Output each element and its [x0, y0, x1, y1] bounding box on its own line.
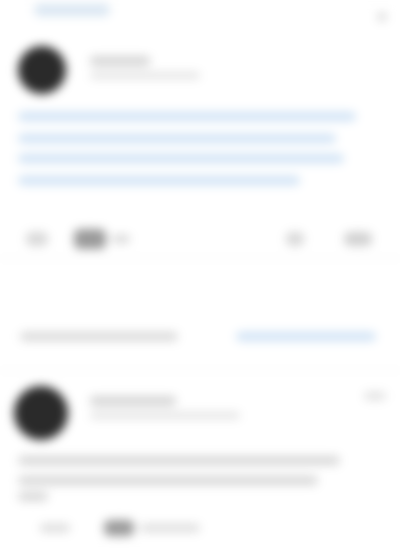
like-icon[interactable]	[26, 232, 48, 246]
post-link-line[interactable]	[18, 112, 356, 121]
post-link-line[interactable]	[18, 154, 344, 163]
post-text-line	[18, 492, 48, 501]
divider	[0, 370, 400, 371]
post-text-line	[18, 456, 340, 465]
avatar[interactable]	[18, 46, 66, 94]
avatar[interactable]	[14, 386, 68, 440]
top-link[interactable]	[34, 4, 110, 16]
post-text-line	[18, 476, 318, 485]
more-icon[interactable]	[364, 392, 386, 400]
post-author[interactable]	[90, 396, 176, 406]
post-meta	[90, 72, 200, 79]
reply-icon[interactable]	[74, 229, 106, 249]
comment-action-link[interactable]	[236, 332, 376, 341]
more-icon[interactable]	[344, 232, 372, 246]
share-icon[interactable]	[286, 232, 304, 246]
post-link-line[interactable]	[18, 134, 336, 143]
post-actions	[0, 226, 400, 256]
reply-count	[140, 524, 200, 532]
post-author[interactable]	[90, 56, 150, 66]
like-icon[interactable]	[40, 524, 70, 532]
post-card	[0, 30, 400, 280]
reply-count	[112, 235, 130, 243]
post-card	[0, 376, 400, 556]
screen: ×	[0, 0, 400, 556]
post-meta	[90, 412, 240, 419]
divider	[0, 258, 400, 259]
post-link-line[interactable]	[18, 176, 300, 185]
close-icon[interactable]: ×	[372, 6, 392, 28]
post-actions	[0, 518, 400, 542]
comment-bar	[0, 320, 400, 356]
reply-icon[interactable]	[104, 520, 134, 536]
comment-input[interactable]	[20, 332, 178, 341]
